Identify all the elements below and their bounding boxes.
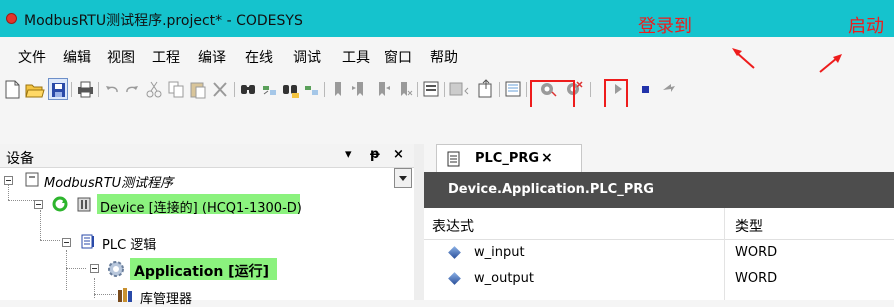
tree-connector bbox=[66, 268, 86, 269]
application-gear-icon bbox=[108, 261, 124, 277]
devices-panel-title: 设备 bbox=[6, 151, 34, 167]
row-type: WORD bbox=[735, 245, 778, 260]
tree-expander[interactable] bbox=[62, 238, 71, 247]
devices-panel-header: 设备 ▾ ᵽ × bbox=[0, 144, 414, 168]
row-expression: w_input bbox=[474, 245, 525, 260]
tab-plc-prg[interactable]: PLC_PRG × bbox=[436, 144, 582, 172]
close-icon[interactable]: × bbox=[393, 147, 404, 162]
tree-node-device[interactable]: Device [连接的] (HCQ1-1300-D) bbox=[100, 197, 302, 216]
tab-close-icon[interactable]: × bbox=[541, 150, 553, 166]
plc-logic-icon bbox=[81, 234, 94, 249]
watch-table-header: 表达式 类型 bbox=[424, 208, 894, 240]
tree-expander[interactable] bbox=[34, 200, 43, 209]
row-expression: w_output bbox=[474, 271, 535, 286]
column-header-type[interactable]: 类型 bbox=[735, 216, 763, 236]
variable-icon bbox=[448, 272, 461, 285]
tree-node-project[interactable]: ModbusRTU测试程序 bbox=[44, 172, 173, 191]
table-row[interactable]: w_output WORD bbox=[424, 266, 894, 292]
tree-node-application[interactable]: Application [运行] bbox=[134, 261, 269, 281]
panel-dropdown-arrow-icon[interactable]: ▾ bbox=[345, 147, 352, 162]
tree-connector bbox=[40, 210, 41, 240]
editor-header-path: Device.Application.PLC_PRG bbox=[448, 182, 654, 197]
editor-header: Device.Application.PLC_PRG bbox=[424, 172, 894, 208]
variable-icon bbox=[448, 246, 461, 259]
tree-connector bbox=[94, 278, 95, 298]
toolbar-spacer bbox=[0, 107, 894, 144]
tree-expander[interactable] bbox=[90, 264, 99, 273]
panel-divider[interactable] bbox=[414, 144, 424, 300]
tree-expander[interactable] bbox=[4, 176, 13, 185]
device-tree-dropdown-button[interactable] bbox=[394, 168, 412, 188]
connected-status-icon bbox=[52, 196, 68, 212]
pin-icon[interactable]: ᵽ bbox=[370, 147, 380, 162]
column-header-expression[interactable]: 表达式 bbox=[432, 216, 474, 236]
tree-connector bbox=[66, 250, 67, 290]
watch-table: 表达式 类型 w_input WORD w_output WORD bbox=[424, 208, 894, 300]
device-icon bbox=[77, 197, 91, 212]
tab-plc-prg-label: PLC_PRG bbox=[475, 151, 540, 166]
project-icon bbox=[25, 172, 39, 187]
pou-document-icon bbox=[447, 151, 460, 167]
tree-connector bbox=[94, 294, 116, 295]
tree-node-plc-logic[interactable]: PLC 逻辑 bbox=[102, 234, 156, 253]
tree-connector bbox=[8, 200, 36, 201]
tree-connector bbox=[40, 240, 60, 241]
table-row[interactable]: w_input WORD bbox=[424, 240, 894, 266]
device-tree: ModbusRTU测试程序 Device [连接的] (HCQ1-1300-D)… bbox=[0, 168, 414, 307]
row-type: WORD bbox=[735, 271, 778, 286]
tree-node-library-manager[interactable]: 库管理器 bbox=[140, 288, 192, 307]
